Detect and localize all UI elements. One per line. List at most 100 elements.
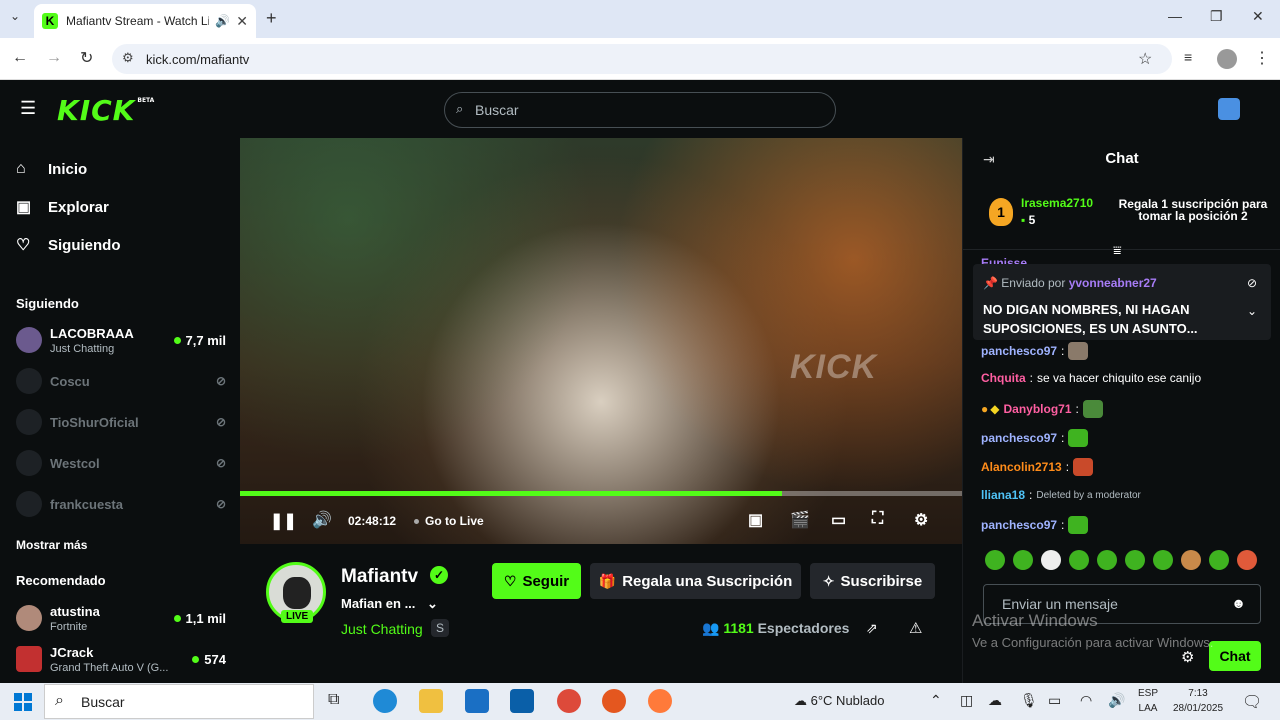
- gift-subscription-button[interactable]: 🎁 Regala una Suscripción: [590, 563, 801, 599]
- forward-icon[interactable]: →: [46, 49, 62, 67]
- sidebar-channel-coscu[interactable]: Coscu ⊘: [16, 363, 226, 399]
- notifications-icon[interactable]: 🗨: [1242, 692, 1262, 712]
- clip-icon[interactable]: 🎬: [790, 510, 810, 530]
- microphone-app-icon[interactable]: [648, 689, 672, 713]
- emote-button[interactable]: [1041, 550, 1061, 570]
- audio-playing-icon[interactable]: 🔊: [215, 14, 230, 28]
- emoji-picker-icon[interactable]: ☻: [1231, 595, 1246, 611]
- minimize-icon[interactable]: —: [1168, 8, 1182, 24]
- mail-icon[interactable]: [465, 689, 489, 713]
- chat-username[interactable]: panchesco97: [981, 518, 1057, 532]
- back-icon[interactable]: ←: [12, 49, 28, 67]
- chat-username[interactable]: panchesco97: [981, 344, 1057, 358]
- chat-settings-icon[interactable]: ⚙: [1181, 648, 1194, 666]
- theater-mode-icon[interactable]: ▭: [831, 510, 846, 530]
- tab-search-icon[interactable]: ⌄: [10, 9, 20, 23]
- taskbar-search[interactable]: ⌕ Buscar: [44, 684, 314, 719]
- streamer-name[interactable]: Mafiantv: [341, 566, 418, 588]
- leader-username[interactable]: Irasema2710: [1021, 196, 1093, 210]
- close-tab-icon[interactable]: ✕: [236, 13, 248, 30]
- sidebar-channel-lacobraaa[interactable]: LACOBRAAA Just Chatting 7,7 mil: [16, 322, 226, 358]
- reload-icon[interactable]: ↻: [80, 48, 93, 68]
- emote-button[interactable]: [1069, 550, 1089, 570]
- chat-input-field[interactable]: [1002, 596, 1222, 612]
- file-explorer-icon[interactable]: [419, 689, 443, 713]
- sidebar-channel-atustina[interactable]: atustina Fortnite 1,1 mil: [16, 600, 226, 636]
- site-settings-icon[interactable]: ⚙: [122, 50, 134, 66]
- chat-username[interactable]: Alancolin2713: [981, 460, 1062, 474]
- task-view-icon[interactable]: ⧉: [328, 691, 339, 709]
- sidebar-channel-westcol[interactable]: Westcol ⊘: [16, 445, 226, 481]
- share-icon[interactable]: ⇗: [866, 620, 878, 637]
- microphone-icon[interactable]: 🎙: [1020, 692, 1038, 709]
- browser-tab[interactable]: K Mafiantv Stream - Watch Li 🔊 ✕: [34, 4, 256, 38]
- taskbar-clock[interactable]: 7:13 28/01/2025: [1170, 686, 1226, 716]
- url-field[interactable]: ⚙ kick.com/mafiantv: [112, 44, 1172, 74]
- send-chat-button[interactable]: Chat: [1209, 641, 1261, 671]
- maximize-icon[interactable]: ❐: [1210, 8, 1223, 25]
- brave-icon[interactable]: [602, 689, 626, 713]
- follow-button[interactable]: ♡ Seguir: [492, 563, 581, 599]
- nav-following[interactable]: ♡ Siguiendo: [16, 235, 121, 255]
- bookmark-star-icon[interactable]: ☆: [1138, 49, 1152, 69]
- stream-tag[interactable]: S: [431, 619, 450, 637]
- emote-button[interactable]: [1097, 550, 1117, 570]
- profile-avatar[interactable]: [1217, 49, 1237, 69]
- pinned-username[interactable]: yvonneabner27: [1069, 276, 1157, 290]
- emote-button[interactable]: [1209, 550, 1229, 570]
- settings-gear-icon[interactable]: ⚙: [914, 510, 928, 530]
- expand-chevron-icon[interactable]: ⌄: [1247, 304, 1257, 318]
- store-icon[interactable]: [510, 689, 534, 713]
- kick-logo[interactable]: KICK BETA: [57, 94, 154, 127]
- progress-bar[interactable]: [240, 491, 962, 496]
- search-input[interactable]: [475, 102, 815, 118]
- emote-button[interactable]: [1125, 550, 1145, 570]
- sidebar-channel-jcrack[interactable]: JCrack Grand Theft Auto V (G... 574: [16, 641, 226, 677]
- emote-button[interactable]: [1153, 550, 1173, 570]
- weather-widget[interactable]: ☁ 6°C Nublado: [794, 693, 884, 709]
- vpn-icon[interactable]: ◫: [960, 692, 973, 709]
- speaker-icon[interactable]: 🔊: [1108, 692, 1125, 709]
- video-player[interactable]: KICK ❚❚ 🔊 02:48:12 Go to Live ▣ 🎬 ▭ ⛶ ⚙: [240, 138, 962, 544]
- volume-icon[interactable]: 🔊: [312, 510, 332, 530]
- gift-prompt[interactable]: Regala 1 suscripción para tomar la posic…: [1113, 198, 1273, 222]
- wifi-icon[interactable]: ◠: [1080, 692, 1092, 709]
- show-more-link[interactable]: Mostrar más: [16, 538, 87, 552]
- nav-home[interactable]: ⌂ Inicio: [16, 160, 87, 178]
- picture-in-picture-icon[interactable]: ▣: [748, 510, 763, 530]
- chat-username[interactable]: Chquita: [981, 371, 1026, 385]
- emote-button[interactable]: [1013, 550, 1033, 570]
- close-window-icon[interactable]: ✕: [1252, 8, 1264, 25]
- chrome-icon[interactable]: [557, 689, 581, 713]
- menu-dots-icon[interactable]: ⋮: [1254, 48, 1270, 68]
- search-bar[interactable]: ⌕: [444, 92, 836, 128]
- user-avatar[interactable]: [1218, 98, 1240, 120]
- stream-category[interactable]: Just Chatting: [341, 621, 423, 637]
- chat-username[interactable]: Danyblog71: [1003, 402, 1071, 416]
- chat-username[interactable]: panchesco97: [981, 431, 1057, 445]
- sidebar-channel-tioshur[interactable]: TioShurOficial ⊘: [16, 404, 226, 440]
- report-warning-icon[interactable]: ⚠: [909, 619, 922, 637]
- battery-icon[interactable]: ▭: [1048, 692, 1061, 709]
- nav-explore[interactable]: ▣ Explorar: [16, 197, 109, 217]
- emote-button[interactable]: [1237, 550, 1257, 570]
- windows-start-icon[interactable]: [14, 693, 32, 711]
- onedrive-cloud-icon[interactable]: ☁: [988, 692, 1002, 709]
- media-control-icon[interactable]: ≡: [1184, 49, 1192, 65]
- pause-icon[interactable]: ❚❚: [270, 511, 297, 531]
- fullscreen-icon[interactable]: ⛶: [872, 510, 883, 528]
- stream-title[interactable]: Mafian en ... ⌄: [341, 596, 438, 612]
- sidebar-channel-frankcuesta[interactable]: frankcuesta ⊘: [16, 486, 226, 522]
- chat-username[interactable]: lliana18: [981, 488, 1025, 502]
- emote-button[interactable]: [985, 550, 1005, 570]
- filter-icon[interactable]: ⩸: [1113, 242, 1122, 259]
- hide-eye-icon[interactable]: ⊘: [1247, 276, 1257, 290]
- hamburger-menu-icon[interactable]: ☰: [20, 98, 36, 119]
- go-to-live-button[interactable]: Go to Live: [414, 514, 484, 528]
- language-indicator[interactable]: ESP LAA: [1138, 686, 1158, 716]
- emote-button[interactable]: [1181, 550, 1201, 570]
- show-hidden-icons-icon[interactable]: ⌃: [930, 692, 942, 709]
- edge-icon[interactable]: [373, 689, 397, 713]
- subscribe-button[interactable]: ✧ Suscribirse: [810, 563, 935, 599]
- new-tab-icon[interactable]: +: [266, 8, 277, 29]
